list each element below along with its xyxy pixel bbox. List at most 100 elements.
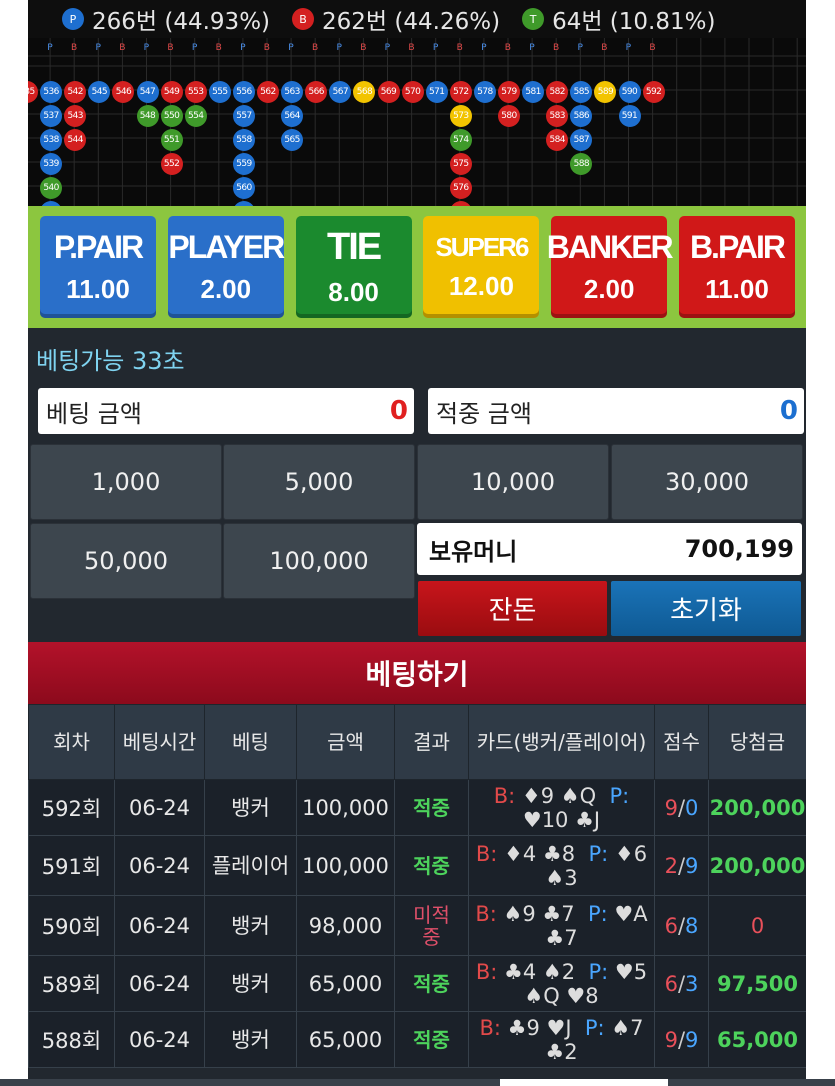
right-margin <box>806 0 835 1086</box>
road-header-p: P <box>432 43 439 53</box>
road-header-b: B <box>504 43 511 53</box>
chip-30000-button[interactable]: 30,000 <box>611 444 803 520</box>
road-bead: 565 <box>281 129 304 151</box>
round-cell: 592회 <box>28 779 115 836</box>
banker-cards: B: ♦9 ♠Q <box>493 783 597 808</box>
bet-options: P.PAIR 11.00 PLAYER 2.00 TIE 8.00 SUPER6 12.00 B… <box>28 206 806 328</box>
road-header-b: B <box>456 43 463 53</box>
bottom-nav-bar <box>0 1079 835 1086</box>
bet-name: TIE <box>327 226 382 268</box>
bet-cell: 플레이어 <box>204 835 297 896</box>
stats-bar: P 266번 (44.93%) B 262번 (44.26%) T 64번 (1… <box>28 0 806 38</box>
banker-score: 9 <box>664 795 678 820</box>
road-header-p: P <box>191 43 198 53</box>
road-header-b: B <box>71 43 78 53</box>
prize-cell: 65,000 <box>708 1011 806 1068</box>
table-row: 592회 06-24 뱅커 100,000 적중 B: ♦9 ♠Q P: ♥10 ♣J 9/… <box>28 779 806 836</box>
bet-player-button[interactable]: PLAYER 2.00 <box>167 216 285 318</box>
road-header-b: B <box>408 43 415 53</box>
bet-p-pair-button[interactable]: P.PAIR 11.00 <box>40 216 156 318</box>
bet-odds: 2.00 <box>583 274 635 304</box>
bet-name: SUPER6 <box>435 232 529 262</box>
road-header-p: P <box>240 43 246 53</box>
road-bead: 548 <box>136 105 159 127</box>
road-bead: 564 <box>281 105 304 127</box>
road-header-b: B <box>263 43 270 53</box>
road-bead: 591 <box>618 105 641 127</box>
road-bead: 575 <box>449 153 472 175</box>
prize-cell: 97,500 <box>708 955 806 1012</box>
player-score: 3 <box>685 971 699 996</box>
player-score: 0 <box>685 795 699 820</box>
road-bead: 580 <box>498 105 520 127</box>
bet-amount-label: 베팅 금액 <box>46 399 142 428</box>
player-score: 9 <box>685 853 699 878</box>
bet-b-pair-button[interactable]: B.PAIR 11.00 <box>678 216 795 318</box>
chip-1000-button[interactable]: 1,000 <box>30 444 222 520</box>
round-cell: 589회 <box>28 955 115 1012</box>
col-bet: 베팅 <box>204 704 297 780</box>
road-bead: 592 <box>642 81 665 103</box>
road-bead: 550 <box>160 105 183 127</box>
bet-odds: 11.00 <box>705 274 769 304</box>
player-dot-icon: P <box>62 8 84 30</box>
cards-cell: B: ♣9 ♥J P: ♠7 ♣2 <box>468 1011 655 1068</box>
chip-10000-button[interactable]: 10,000 <box>417 444 609 520</box>
bet-name: BANKER <box>546 229 674 265</box>
bet-banker-button[interactable]: BANKER 2.00 <box>547 216 674 318</box>
bet-tie-button[interactable]: TIE 8.00 <box>295 216 412 318</box>
road-bead: 569 <box>377 81 400 103</box>
road-header-p: P <box>481 43 487 53</box>
place-bet-button[interactable]: 베팅하기 <box>28 642 806 704</box>
tie-stat-text: 64번 (10.81%) <box>552 9 716 35</box>
road-bead: 560 <box>232 177 255 199</box>
balance-box: 보유머니 700,199 <box>417 523 802 575</box>
road-header-p: P <box>625 43 632 53</box>
table-row: 591회 06-24 플레이어 100,000 적중 B: ♦4 ♣8 P: ♦6 ♠3 2… <box>28 835 806 896</box>
road-bead: 559 <box>232 153 255 175</box>
score-cell: 6/3 <box>654 955 709 1012</box>
road-bead: 576 <box>449 177 472 199</box>
round-cell: 590회 <box>28 895 115 956</box>
road-header-b: B <box>167 43 174 53</box>
road-bead: 570 <box>401 81 424 103</box>
col-score: 점수 <box>654 704 709 780</box>
result-cell: 적중 <box>394 1011 469 1068</box>
chip-5000-button[interactable]: 5,000 <box>223 444 415 520</box>
result-cell: 적중 <box>394 835 469 896</box>
road-bead: 549 <box>160 81 183 103</box>
road-bead: 572 <box>449 81 472 103</box>
bet-amount-box: 베팅 금액 0 <box>38 388 414 434</box>
reset-button[interactable]: 초기화 <box>611 581 801 636</box>
chip-100000-button[interactable]: 100,000 <box>223 523 415 599</box>
road-header-p: P <box>577 43 583 53</box>
chip-50000-button[interactable]: 50,000 <box>30 523 222 599</box>
change-button[interactable]: 잔돈 <box>418 581 607 636</box>
banker-stat: B 262번 (44.26%) <box>292 2 500 36</box>
date-cell: 06-24 <box>114 1011 205 1068</box>
balance-value: 700,199 <box>684 535 794 563</box>
road-header-b: B <box>215 43 222 53</box>
cards-cell: B: ♣4 ♠2 P: ♥5 ♠Q ♥8 <box>468 955 655 1012</box>
cards-cell: B: ♦9 ♠Q P: ♥10 ♣J <box>468 779 655 836</box>
road-bead: 574 <box>449 129 472 151</box>
tie-stat: T 64번 (10.81%) <box>522 2 715 36</box>
win-amount-value: 0 <box>779 396 798 426</box>
road-header-p: P <box>384 43 391 53</box>
road-bead: 563 <box>281 81 304 103</box>
road-header-p: P <box>47 43 53 53</box>
road-bead: 573 <box>449 105 472 127</box>
cards-cell: B: ♦4 ♣8 P: ♦6 ♠3 <box>468 835 655 896</box>
road-header-p: P <box>143 43 150 53</box>
road-bead: 562 <box>257 81 279 103</box>
road-bead: 539 <box>40 153 63 175</box>
left-margin <box>0 0 28 1086</box>
player-score: 9 <box>685 1027 699 1052</box>
amount-row: 베팅 금액 0 적중 금액 0 <box>28 388 806 434</box>
bet-super6-button[interactable]: SUPER6 12.00 <box>423 216 540 318</box>
win-amount-label: 적중 금액 <box>436 399 532 428</box>
road-header-p: P <box>529 43 535 53</box>
col-cards: 카드(뱅커/플레이어) <box>468 704 655 780</box>
banker-cards: B: ♦4 ♣8 <box>475 841 576 866</box>
baccarat-app: P 266번 (44.93%) B 262번 (44.26%) T 64번 (1… <box>28 0 806 1086</box>
